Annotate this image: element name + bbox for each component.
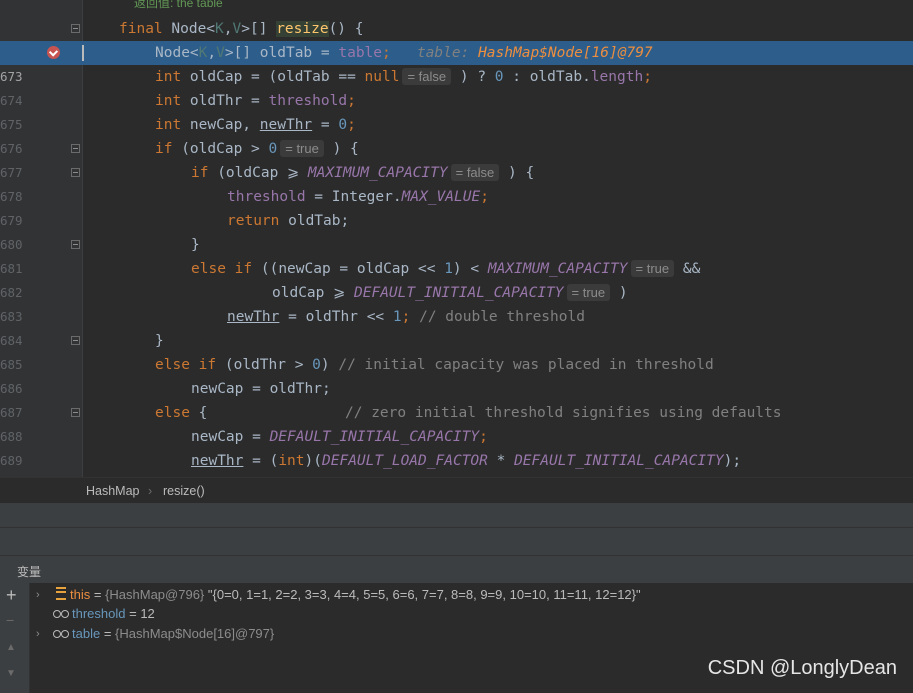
fold-icon[interactable]	[71, 24, 80, 33]
move-down-button[interactable]: ▼	[6, 665, 16, 683]
code-line[interactable]: 687 newCap = oldThr;	[0, 377, 913, 420]
doc-comment-line: 返回值: the table	[134, 0, 223, 10]
code-line[interactable]: 672 final Node<K,V>[] resize() {	[0, 17, 913, 60]
watch-icon	[53, 610, 69, 618]
add-watch-button[interactable]: +	[6, 586, 17, 604]
breadcrumb-separator: ›	[148, 484, 153, 498]
expand-toggle-icon[interactable]: ›	[36, 585, 40, 605]
inline-hint: = true	[630, 260, 675, 277]
code-line[interactable]: 688 else { // zero initial threshold sig…	[0, 401, 913, 444]
breadcrumb-class[interactable]: HashMap	[86, 484, 140, 498]
code-editor[interactable]: 返回值: the table 672 final Node<K,V>[] res…	[0, 0, 913, 477]
inline-hint: = false	[450, 164, 500, 181]
code-line[interactable]: 690 newThr = (int)(DEFAULT_LOAD_FACTOR *…	[0, 449, 913, 473]
fold-icon[interactable]	[71, 144, 80, 153]
code-line[interactable]: 683 oldCap ⩾ DEFAULT_INITIAL_CAPACITY = t…	[0, 281, 913, 324]
method-name[interactable]: resize	[276, 21, 329, 37]
variable-row-threshold[interactable]: threshold = 12	[32, 604, 155, 624]
fold-icon[interactable]	[71, 408, 80, 417]
code-line[interactable]: 674 int oldCap = (oldTab == null = false …	[0, 65, 913, 108]
variable-name: threshold	[72, 606, 126, 621]
object-fields-icon	[56, 587, 66, 600]
move-up-button[interactable]: ▲	[6, 639, 16, 657]
inline-hint: = true	[566, 284, 611, 301]
fold-icon[interactable]	[71, 168, 80, 177]
current-execution-line[interactable]: 673 Node<K,V>[] oldTab = table; table: H…	[0, 41, 913, 84]
debug-toolbar	[0, 527, 913, 556]
inline-hint: = false	[402, 68, 452, 85]
code-line[interactable]: 682 else if ((newCap = oldCap << 1) < MA…	[0, 257, 913, 300]
variable-name: this	[70, 587, 91, 602]
watermark: CSDN @LonglyDean	[707, 657, 897, 679]
breakpoint-icon[interactable]	[47, 46, 60, 59]
fold-icon[interactable]	[71, 240, 80, 249]
variable-type: {HashMap$Node[16]@797}	[115, 626, 275, 641]
code-line[interactable]: 684 newThr = oldThr << 1; // double thre…	[0, 305, 913, 348]
code-line[interactable]: 680 return oldTab;	[0, 209, 913, 252]
code-line[interactable]: 677 if (oldCap > 0 = true ) {	[0, 137, 913, 180]
inline-debug-value[interactable]: HashMap$Node[16]@797	[478, 45, 653, 61]
fold-icon[interactable]	[71, 336, 80, 345]
variables-panel-title: 变量	[17, 565, 42, 579]
code-line[interactable]: 676 int newCap, newThr = 0;	[0, 113, 913, 156]
variable-name: table	[72, 626, 101, 641]
code-line[interactable]: 685 }	[0, 329, 913, 372]
breadcrumb-method[interactable]: resize()	[163, 484, 205, 498]
breadcrumb: HashMap › resize()	[0, 477, 913, 504]
text-caret	[82, 45, 84, 61]
code-line[interactable]: 686 else if (oldThr > 0) // initial capa…	[0, 353, 913, 396]
variables-side-toolbar: + − ▲ ▼	[0, 583, 30, 693]
inline-hint: = true	[280, 140, 324, 157]
inline-debug-label: table:	[416, 45, 479, 61]
code-line[interactable]: 678 if (oldCap ⩾ MAXIMUM_CAPACITY = false…	[0, 161, 913, 204]
code-line[interactable]: 675 int oldThr = threshold;	[0, 89, 913, 132]
code-line[interactable]: 679 threshold = Integer.MAX_VALUE;	[0, 185, 913, 228]
watch-icon	[53, 630, 69, 638]
remove-watch-button[interactable]: −	[6, 611, 14, 629]
variable-value: 12	[140, 606, 155, 621]
variables-panel-header: 变量	[0, 555, 913, 585]
expand-toggle-icon[interactable]: ›	[36, 624, 40, 644]
variable-row-table[interactable]: › table = {HashMap$Node[16]@797}	[32, 624, 274, 644]
variable-value: "{0=0, 1=1, 2=2, 3=3, 4=4, 5=5, 6=6, 7=7…	[204, 587, 641, 602]
code-line[interactable]: 681 }	[0, 233, 913, 276]
editor-bottom-bar	[0, 503, 913, 527]
code-line[interactable]: 689 newCap = DEFAULT_INITIAL_CAPACITY;	[0, 425, 913, 468]
variable-type: {HashMap@796}	[105, 587, 205, 602]
variable-row-this[interactable]: › this = {HashMap@796} "{0=0, 1=1, 2=2, …	[32, 585, 641, 605]
